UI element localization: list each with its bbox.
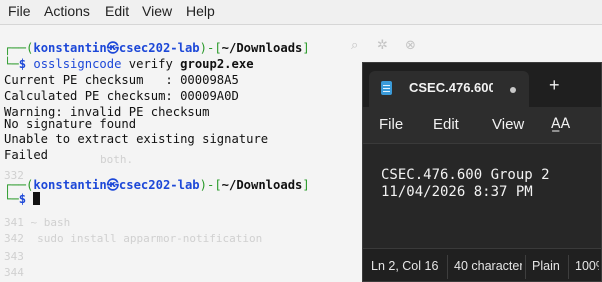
prompt-mid: )-[ [199, 178, 222, 192]
notepad-tabbar: CSEC.476.600 + [363, 63, 601, 107]
prompt-prefix: ┌──( [4, 178, 34, 192]
settings-icon[interactable]: ✲ [377, 38, 388, 53]
menu-edit[interactable]: Edit [105, 3, 129, 19]
editor-line: CSEC.476.600 Group 2 [381, 167, 550, 183]
editor-line: 11/04/2026 8:37 PM [381, 184, 533, 200]
close-icon[interactable]: ⊗ [405, 38, 416, 53]
search-icon[interactable]: ⌕ [351, 38, 358, 53]
command-line[interactable]: └─$ [4, 191, 41, 207]
ghost-text: 342 sudo install apparmor-notification [4, 232, 263, 245]
menu-help[interactable]: Help [186, 3, 215, 19]
status-char-count: 40 characters [454, 259, 522, 273]
prompt-end: ] [302, 41, 310, 55]
status-separator [525, 255, 526, 279]
prompt-mid: )-[ [199, 41, 222, 55]
output-line: Calculated PE checksum: 00009A0D [4, 89, 239, 103]
prompt-cwd: ~/Downloads [221, 178, 303, 192]
command-args: verify [128, 57, 173, 71]
status-zoom[interactable]: 100% [575, 259, 599, 273]
terminal-menubar: File Actions Edit View Help [0, 0, 602, 25]
prompt-line: ┌──(konstantin㉿csec202-lab)-[~/Downloads… [4, 40, 310, 56]
ghost-text: 341 ~ bash [4, 216, 71, 229]
prompt-end: ] [302, 178, 310, 192]
output-line: No signature found [4, 117, 137, 131]
command-line: └─$ osslsigncode verify group2.exe [4, 56, 254, 72]
output-line: Unable to extract existing signature [4, 132, 269, 146]
status-format[interactable]: Plain text [532, 259, 562, 273]
output-line: Current PE checksum : 000098A5 [4, 73, 239, 87]
notepad-tab[interactable]: CSEC.476.600 [369, 71, 529, 107]
np-menu-edit[interactable]: Edit [433, 116, 459, 133]
prompt-user-host: konstantin㉿csec202-lab [33, 178, 200, 192]
prompt-line: ┌──(konstantin㉿csec202-lab)-[~/Downloads… [4, 177, 310, 193]
menu-actions[interactable]: Actions [44, 3, 90, 19]
ghost-text: both. [100, 153, 134, 166]
prompt-symbol: $ [18, 192, 27, 206]
unsaved-dot-icon[interactable] [510, 87, 516, 93]
command-file: group2.exe [180, 57, 254, 71]
np-menu-view[interactable]: View [492, 116, 524, 133]
notepad-statusbar: Ln 2, Col 16 40 characters Plain text 10… [363, 248, 601, 281]
menu-file[interactable]: File [8, 3, 31, 19]
notepad-editor[interactable]: CSEC.476.600 Group 2 11/04/2026 8:37 PM [363, 144, 601, 248]
output-line: Failed [4, 148, 49, 162]
prompt-symbol: $ [18, 57, 27, 71]
new-tab-button[interactable]: + [549, 76, 560, 94]
ghost-text: 343 [4, 250, 24, 263]
prompt-prefix: ┌──( [4, 41, 34, 55]
notepad-window[interactable]: CSEC.476.600 + File Edit View A̲A CSEC.4… [362, 62, 602, 282]
prompt-second: └─ [4, 57, 19, 71]
ghost-text: 344 [4, 266, 24, 279]
notepad-icon [381, 81, 392, 95]
status-separator [447, 255, 448, 279]
text-format-icon[interactable]: A̲A [551, 116, 570, 132]
menu-view[interactable]: View [142, 3, 172, 19]
text-cursor [33, 192, 41, 205]
prompt-cwd: ~/Downloads [221, 41, 303, 55]
command-program: osslsigncode [33, 57, 122, 71]
prompt-user-host: konstantin㉿csec202-lab [33, 41, 200, 55]
prompt-second: └─ [4, 192, 19, 206]
status-position: Ln 2, Col 16 [371, 259, 439, 273]
notepad-tab-title: CSEC.476.600 [409, 80, 493, 95]
np-menu-file[interactable]: File [379, 116, 403, 133]
status-separator [568, 255, 569, 279]
notepad-menubar: File Edit View A̲A [363, 107, 601, 144]
